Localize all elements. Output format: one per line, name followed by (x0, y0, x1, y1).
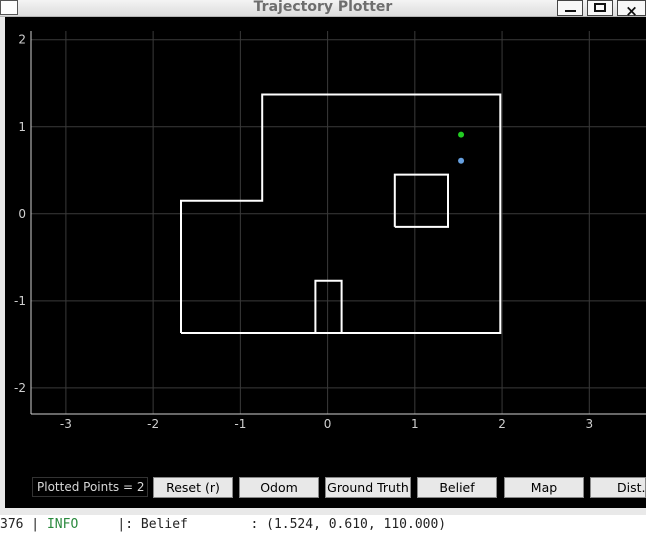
map-outline-2 (314, 279, 343, 333)
terminal-log-line: 376 | INFO |: Belief : (1.524, 0.610, 11… (0, 515, 646, 535)
trajectory-point-0 (458, 131, 465, 138)
x-tick-label: 2 (498, 417, 506, 431)
window-title: Trajectory Plotter (253, 0, 393, 15)
ground-truth-button[interactable]: Ground Truth (325, 477, 411, 498)
dist-button[interactable]: Dist. (590, 477, 646, 498)
y-tick-label: -1 (14, 294, 26, 308)
log-level: INFO (46, 517, 79, 532)
minimize-icon (565, 10, 576, 12)
x-tick-label: 1 (411, 417, 419, 431)
odom-button[interactable]: Odom (239, 477, 319, 498)
plotter-window-content: -3 -2 -1 0 1 2 3 2 1 0 -1 -2 Plotted Points = 2 Res… (5, 17, 646, 508)
map-button[interactable]: Map (504, 477, 584, 498)
belief-button[interactable]: Belief (417, 477, 497, 498)
x-tick-label: -2 (147, 417, 159, 431)
x-tick-label: -1 (234, 417, 246, 431)
map-outline-1 (393, 173, 449, 228)
trajectory-plot[interactable]: -3 -2 -1 0 1 2 3 2 1 0 -1 -2 (5, 17, 646, 457)
y-tick-label: -2 (14, 381, 26, 395)
reset-button[interactable]: Reset (r) (153, 477, 233, 498)
x-tick-label: 3 (585, 417, 593, 431)
maximize-icon (594, 3, 606, 12)
trajectory-point-1 (458, 157, 465, 164)
log-message: |: Belief : (1.524, 0.610, 110.000) (78, 517, 447, 532)
y-tick-label: 1 (18, 120, 26, 134)
y-tick-label: 0 (18, 207, 26, 221)
title-bar[interactable]: Trajectory Plotter × (0, 0, 646, 19)
maximize-button[interactable] (587, 0, 613, 16)
plotted-points-status: Plotted Points = 2 (32, 477, 148, 497)
x-tick-label: 0 (324, 417, 332, 431)
log-prefix: 376 | (0, 517, 47, 532)
y-tick-label: 2 (18, 33, 26, 47)
x-tick-label: -3 (60, 417, 72, 431)
minimize-button[interactable] (557, 0, 583, 16)
close-button[interactable]: × (617, 0, 646, 19)
